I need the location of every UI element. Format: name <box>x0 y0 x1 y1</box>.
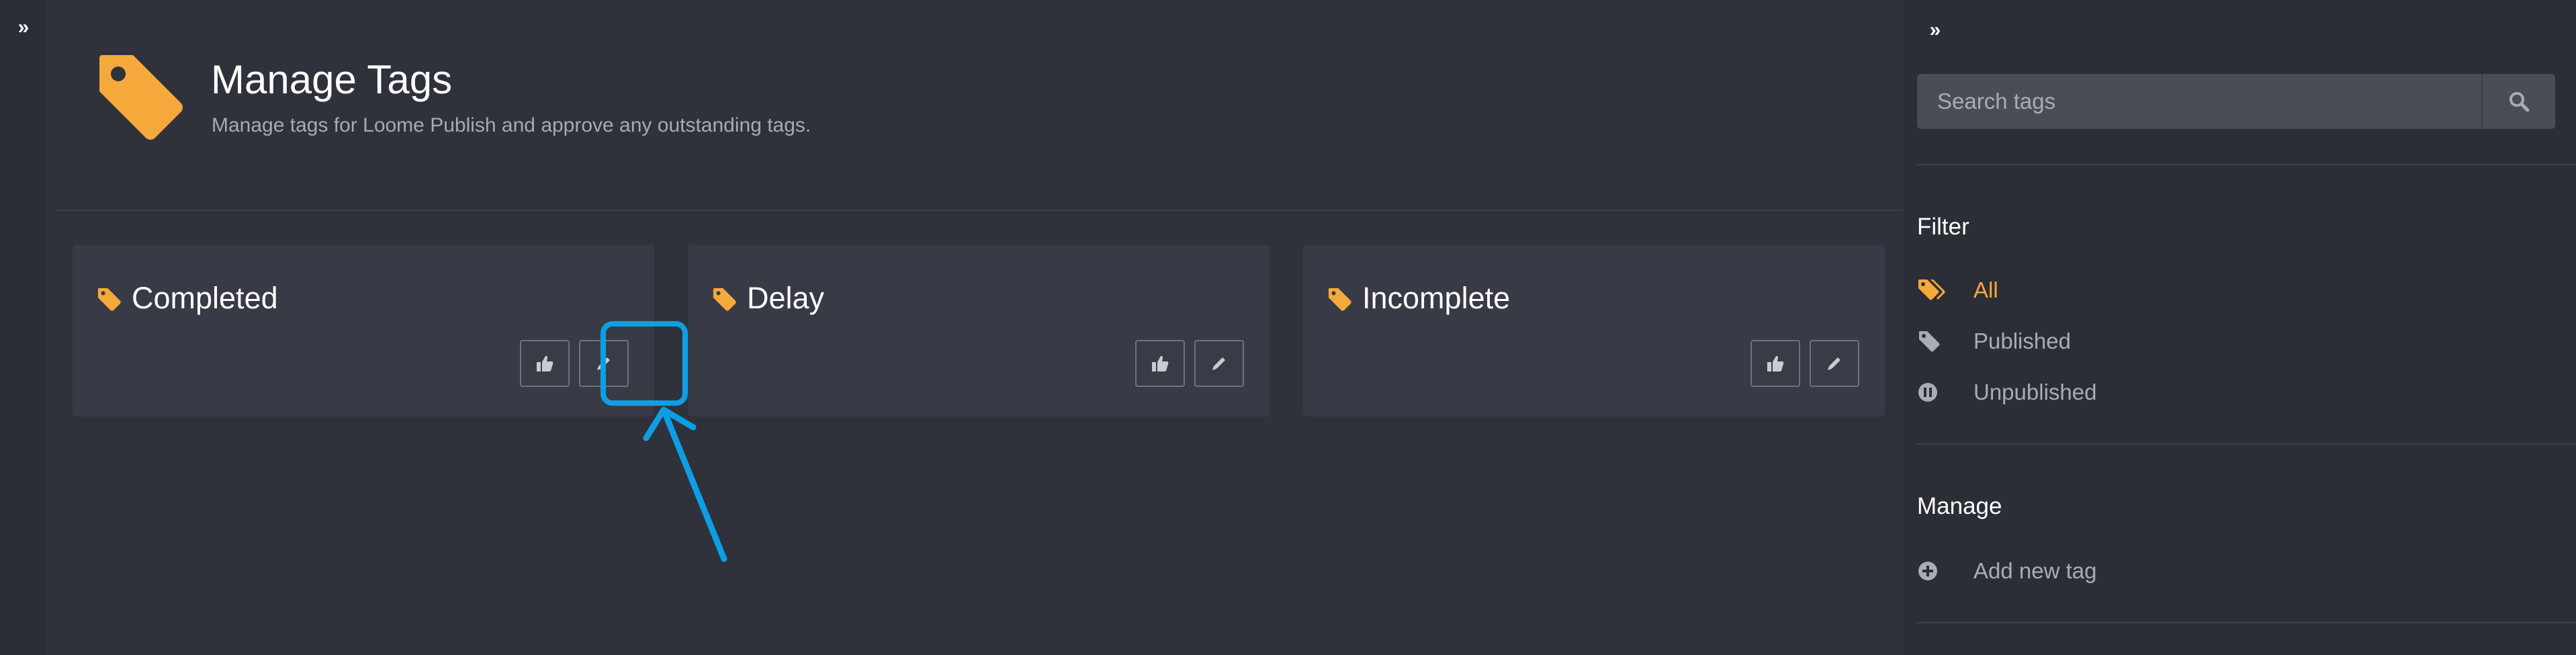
pencil-icon <box>1212 357 1225 370</box>
approve-button[interactable] <box>1135 340 1185 387</box>
manage-heading: Manage <box>1917 493 2002 519</box>
manage-item-label: Add new tag <box>1973 558 2097 583</box>
divider <box>1917 622 2576 623</box>
filter-all[interactable]: All <box>1917 277 1998 304</box>
page-title: Manage Tags <box>211 57 453 102</box>
annotation-arrow <box>643 406 727 562</box>
tag-card: Delay <box>688 245 1270 417</box>
approve-button[interactable] <box>1750 340 1800 387</box>
left-rail: » <box>0 0 46 655</box>
tag-name: Completed <box>132 281 278 315</box>
search-button[interactable] <box>2481 74 2555 129</box>
tag-icon <box>713 288 736 311</box>
pause-circle-icon <box>1918 383 1937 402</box>
edit-button[interactable] <box>1194 340 1244 387</box>
page-subtitle: Manage tags for Loome Publish and approv… <box>212 114 811 136</box>
highlight-box <box>601 321 688 406</box>
filter-label: Published <box>1973 329 2071 353</box>
add-new-tag-link[interactable]: Add new tag <box>1917 558 2096 584</box>
filter-unpublished[interactable]: Unpublished <box>1917 379 2096 406</box>
divider <box>1917 164 2576 165</box>
search-input[interactable] <box>1917 74 2481 129</box>
filter-label: Unpublished <box>1973 380 2097 404</box>
tag-icon <box>1328 288 1351 311</box>
search-icon <box>2510 92 2530 112</box>
expand-sidebar-icon[interactable]: » <box>11 16 34 39</box>
divider <box>55 210 1904 211</box>
collapse-sidebar-icon[interactable]: » <box>1922 19 1945 42</box>
right-sidebar: » Filter All Published <box>1904 0 2576 655</box>
plus-circle-icon <box>1918 562 1937 580</box>
tag-header-icon <box>99 55 183 140</box>
filter-heading: Filter <box>1917 214 1969 240</box>
tag-card: Completed <box>73 245 654 417</box>
tag-name: Delay <box>747 281 825 315</box>
tag-icon <box>1919 331 1940 352</box>
tag-card: Incomplete <box>1303 245 1885 417</box>
approve-button[interactable] <box>520 340 570 387</box>
main-content: Manage Tags Manage tags for Loome Publis… <box>46 0 1904 655</box>
tag-icon <box>97 288 121 311</box>
filter-label: All <box>1973 277 1998 302</box>
filter-published[interactable]: Published <box>1917 328 2071 355</box>
pencil-icon <box>1828 357 1840 370</box>
thumbs-up-icon <box>537 355 553 372</box>
edit-button[interactable] <box>1810 340 1859 387</box>
divider <box>1917 443 2576 445</box>
thumbs-up-icon <box>1767 355 1784 372</box>
tag-name: Incomplete <box>1362 281 1511 315</box>
search-box <box>1917 74 2555 129</box>
tags-icon <box>1918 279 1945 300</box>
thumbs-up-icon <box>1152 355 1169 372</box>
